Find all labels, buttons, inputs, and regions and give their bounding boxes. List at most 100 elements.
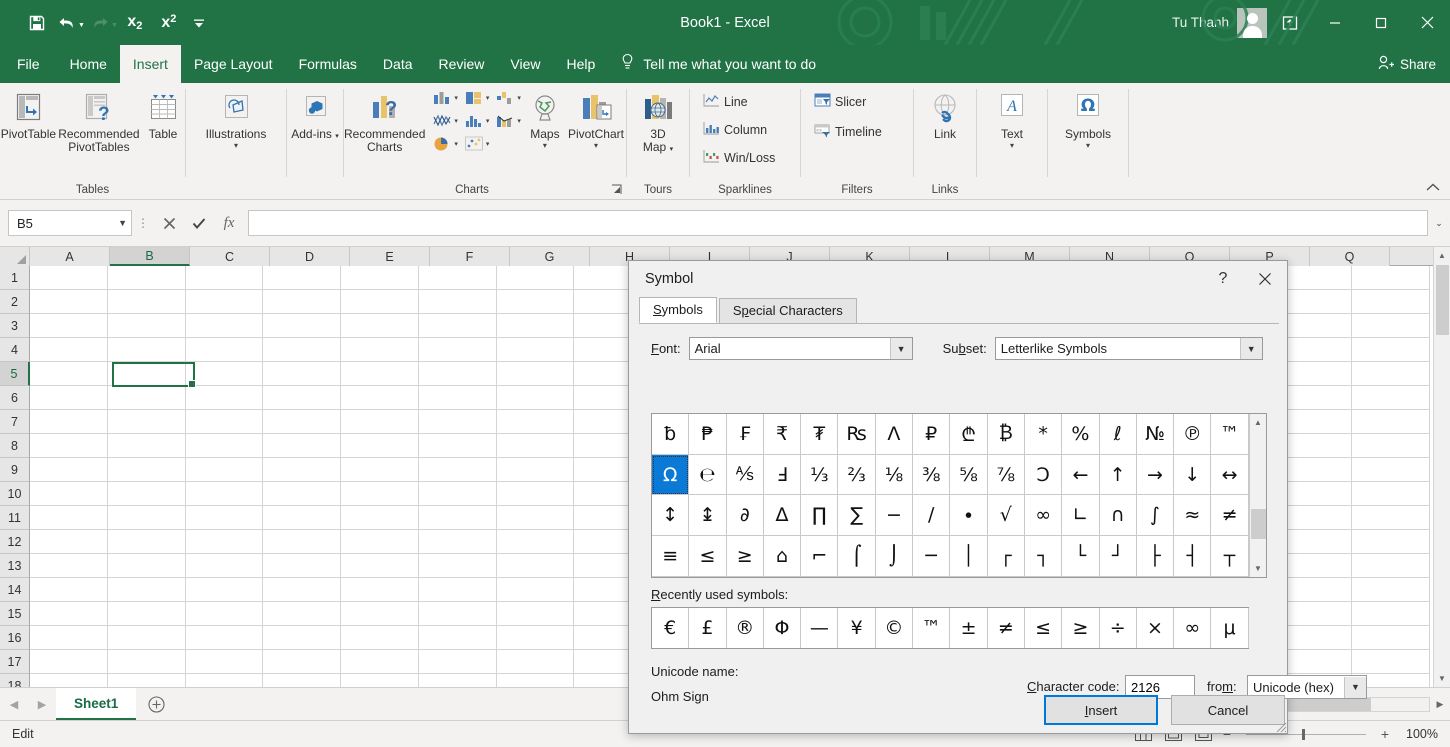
sheet-cell[interactable] [418, 314, 497, 338]
symbol-cell[interactable]: ⅝ [950, 454, 988, 496]
share-button[interactable]: Share [1378, 45, 1436, 83]
sheet-cell[interactable] [107, 386, 186, 410]
sheet-cell[interactable] [185, 578, 264, 602]
row-header-1[interactable]: 1 [0, 266, 30, 290]
tab-insert[interactable]: Insert [119, 45, 181, 83]
sheet-cell[interactable] [185, 290, 264, 314]
recent-symbol-cell[interactable]: ™ [913, 608, 951, 648]
sheet-cell[interactable] [107, 410, 186, 434]
sheet-cell[interactable] [418, 290, 497, 314]
subset-select[interactable]: Letterlike Symbols ▼ [994, 337, 1263, 360]
symbol-cell[interactable]: Ⅎ [763, 454, 802, 496]
recommended-charts-button[interactable]: ? Recommended Charts [344, 87, 425, 154]
recent-symbol-cell[interactable]: £ [689, 608, 727, 648]
symbol-cell[interactable]: √ [987, 495, 1025, 537]
sheet-cell[interactable] [185, 338, 264, 362]
column-header-G[interactable]: G [510, 247, 590, 266]
hierarchy-chart-icon[interactable]: ▾ [461, 87, 493, 108]
sheet-cell[interactable] [30, 314, 108, 338]
sheet-cell[interactable] [418, 554, 497, 578]
symbol-cell[interactable]: ⅜ [913, 454, 951, 496]
symbol-cell[interactable]: ─ [913, 536, 951, 577]
row-header-11[interactable]: 11 [0, 506, 30, 530]
row-header-17[interactable]: 17 [0, 650, 30, 674]
sheet-cell[interactable] [107, 578, 186, 602]
sheet-cell[interactable] [1352, 602, 1430, 626]
sheet-cell[interactable] [1352, 410, 1430, 434]
sheet-cell[interactable] [496, 266, 575, 290]
recent-symbol-cell[interactable]: ∞ [1174, 608, 1212, 648]
symbol-cell[interactable]: ₹ [763, 414, 802, 455]
column-header-Q[interactable]: Q [1310, 247, 1390, 266]
previous-sheet-icon[interactable]: ◀ [0, 698, 28, 711]
collapse-ribbon-button[interactable] [1426, 180, 1440, 195]
sheet-cell[interactable] [341, 458, 419, 482]
symbol-cell[interactable]: ≤ [689, 536, 727, 577]
sheet-cell[interactable] [1352, 362, 1430, 386]
symbol-cell[interactable]: ∙ [950, 495, 988, 537]
column-header-F[interactable]: F [430, 247, 510, 266]
sheet-cell[interactable] [30, 410, 108, 434]
tab-file[interactable]: File [0, 45, 57, 83]
recent-symbol-cell[interactable]: Φ [764, 608, 802, 648]
sheet-cell[interactable] [263, 650, 342, 674]
sheet-cell[interactable] [1352, 506, 1430, 530]
sheet-cell[interactable] [341, 314, 419, 338]
symbol-cell[interactable]: ∆ [763, 495, 802, 537]
sheet-cell[interactable] [496, 650, 575, 674]
symbol-cell[interactable]: ₽ [913, 414, 951, 455]
sheet-cell[interactable] [496, 410, 575, 434]
sheet-cell[interactable] [1352, 578, 1430, 602]
sheet-cell[interactable] [341, 482, 419, 506]
name-box-dropdown-icon[interactable]: ▼ [118, 218, 127, 228]
sheet-cell[interactable] [1352, 650, 1430, 674]
symbol-cell[interactable]: ™ [1211, 414, 1249, 455]
selected-cell-b5[interactable] [112, 362, 196, 388]
maximize-button[interactable] [1358, 0, 1404, 45]
sheet-cell[interactable] [418, 386, 497, 410]
recent-symbol-cell[interactable]: © [876, 608, 914, 648]
addins-button[interactable]: Add-ins ▾ [288, 87, 342, 143]
sheet-cell[interactable] [496, 530, 575, 554]
symbol-cell[interactable]: ∟ [1062, 495, 1100, 537]
symbol-cell[interactable]: ≠ [1211, 495, 1249, 537]
sheet-cell[interactable] [30, 266, 108, 290]
symbol-cell[interactable]: Ʌ [875, 414, 914, 455]
symbol-cell[interactable]: ₣ [726, 414, 764, 455]
sheet-cell[interactable] [1352, 314, 1430, 338]
sheet-cell[interactable] [30, 578, 108, 602]
sheet-cell[interactable] [30, 506, 108, 530]
sheet-cell[interactable] [418, 410, 497, 434]
sheet-cell[interactable] [418, 530, 497, 554]
symbol-cell[interactable]: ├ [1136, 536, 1175, 577]
scroll-up-icon[interactable]: ▲ [1434, 247, 1450, 264]
tab-symbols[interactable]: Symbols [639, 297, 717, 323]
dialog-close-icon[interactable] [1243, 262, 1287, 296]
recent-symbol-cell[interactable]: ® [727, 608, 764, 648]
sheet-cell[interactable] [107, 554, 186, 578]
avatar[interactable] [1237, 7, 1267, 38]
symbol-cell[interactable]: ↑ [1099, 454, 1137, 496]
font-select[interactable]: Arial ▼ [688, 337, 913, 360]
sheet-cell[interactable] [341, 650, 419, 674]
sheet-cell[interactable] [341, 362, 419, 386]
pie-chart-icon[interactable]: ▾ [429, 133, 461, 154]
sheet-cell[interactable] [107, 602, 186, 626]
symbol-cell[interactable]: │ [950, 536, 988, 577]
sparkline-line-button[interactable]: Line [698, 91, 753, 112]
symbol-cell[interactable]: ∏ [801, 495, 839, 537]
sheet-cell[interactable] [263, 506, 342, 530]
sheet-cell[interactable] [341, 578, 419, 602]
scatter-chart-icon[interactable]: ▾ [461, 133, 493, 154]
sheet-cell[interactable] [30, 626, 108, 650]
sheet-cell[interactable] [1352, 626, 1430, 650]
sparkline-winloss-button[interactable]: Win/Loss [698, 147, 780, 168]
row-header-16[interactable]: 16 [0, 626, 30, 650]
sheet-cell[interactable] [1352, 482, 1430, 506]
help-icon[interactable]: ? [1203, 262, 1243, 296]
row-header-14[interactable]: 14 [0, 578, 30, 602]
tell-me-label[interactable]: Tell me what you want to do [643, 56, 816, 72]
sheet-cell[interactable] [107, 674, 186, 687]
symbol-cell[interactable]: ∂ [726, 495, 764, 537]
sheet-cell[interactable] [1352, 434, 1430, 458]
